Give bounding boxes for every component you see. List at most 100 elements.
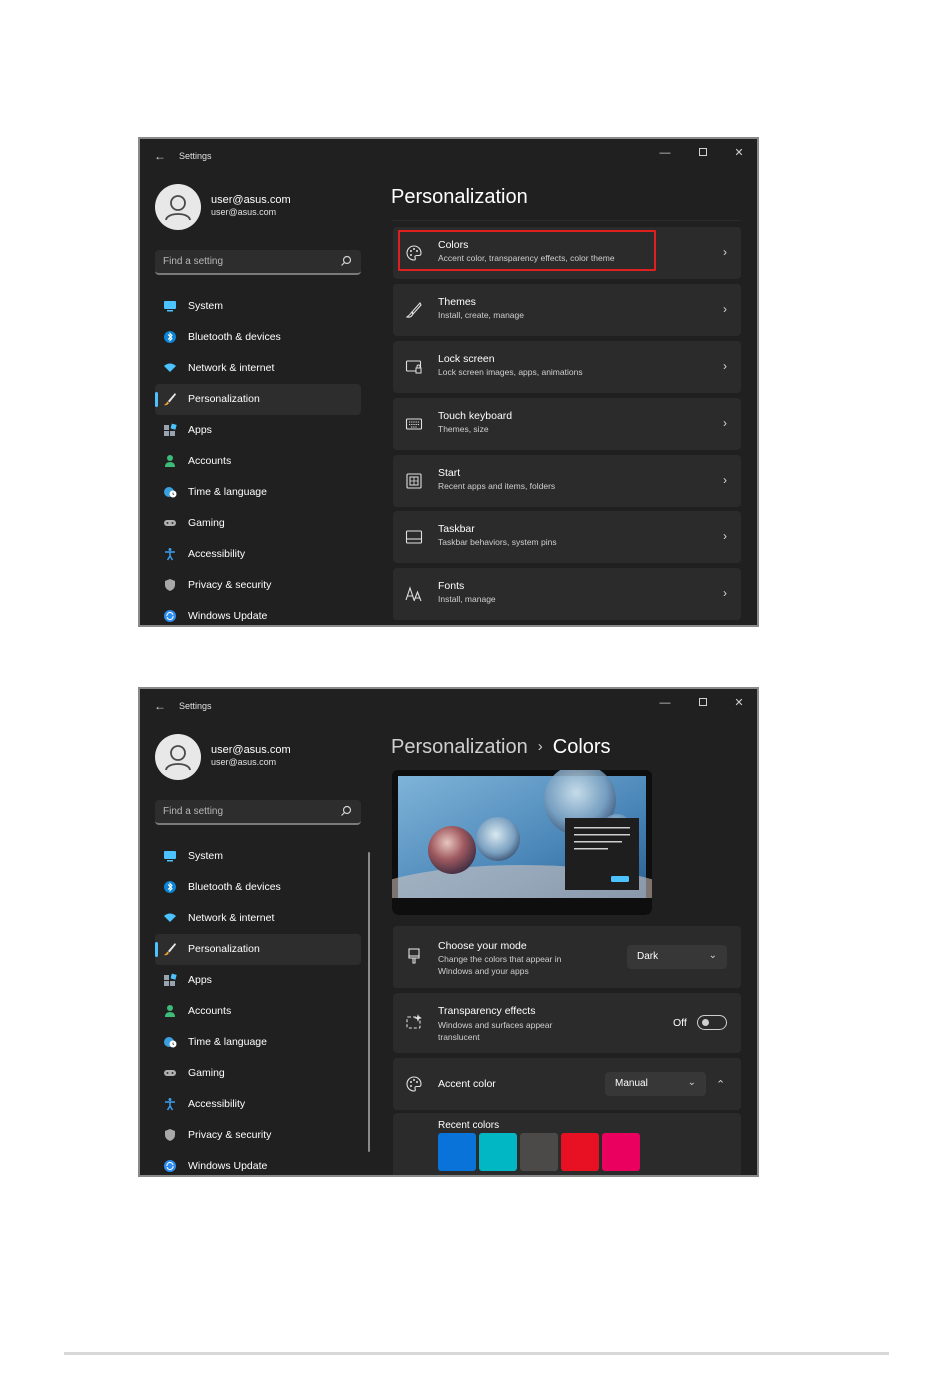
sidebar-item-label: Windows Update: [188, 610, 268, 622]
sidebar-item-apps[interactable]: Apps: [155, 415, 361, 446]
update-icon: [164, 610, 176, 622]
settings-card-start[interactable]: Start Recent apps and items, folders ›: [393, 455, 741, 507]
chevron-down-icon: ⌄: [687, 1077, 696, 1088]
setting-title: Transparency effects: [438, 1005, 536, 1017]
back-button[interactable]: ←: [153, 149, 167, 163]
sidebar-item-network[interactable]: Network & internet: [155, 353, 361, 384]
user-account[interactable]: user@asus.com user@asus.com: [155, 184, 365, 232]
settings-card-themes[interactable]: Themes Install, create, manage ›: [393, 284, 741, 336]
bluetooth-icon: [164, 331, 176, 343]
gamepad-icon: [164, 1070, 176, 1076]
chevron-right-icon: ›: [723, 529, 727, 543]
color-swatch[interactable]: [438, 1133, 476, 1171]
sidebar-item-system[interactable]: System: [155, 841, 361, 872]
sidebar-item-personalization[interactable]: Personalization: [155, 384, 361, 415]
color-swatch[interactable]: [520, 1133, 558, 1171]
sidebar-item-label: Network & internet: [188, 362, 275, 374]
sidebar-item-label: Accounts: [188, 455, 232, 467]
sidebar-item-label: Time & language: [188, 486, 267, 498]
sidebar-item-accounts[interactable]: Accounts: [155, 446, 361, 477]
card-subtitle: Install, create, manage: [438, 310, 524, 320]
search-placeholder: Find a setting: [163, 256, 224, 267]
setting-accent-color[interactable]: Accent color Manual ⌄ ⌃: [393, 1058, 741, 1110]
update-icon: [164, 1160, 176, 1172]
mode-dropdown[interactable]: Dark ⌄: [627, 945, 727, 969]
color-swatch[interactable]: [602, 1133, 640, 1171]
sidebar-item-apps[interactable]: Apps: [155, 965, 361, 996]
sidebar-item-label: Windows Update: [188, 1160, 268, 1172]
sidebar-item-label: Accessibility: [188, 548, 246, 560]
sidebar-item-accessibility[interactable]: Accessibility: [155, 539, 361, 570]
system-icon: [164, 851, 176, 862]
chevron-right-icon: ›: [723, 473, 727, 487]
accent-mode-dropdown[interactable]: Manual ⌄: [605, 1072, 706, 1096]
sidebar-item-label: Privacy & security: [188, 1129, 272, 1141]
setting-choose-mode: Choose your mode Change the colors that …: [393, 926, 741, 988]
sidebar-item-privacy[interactable]: Privacy & security: [155, 1120, 361, 1151]
chevron-up-icon[interactable]: ⌃: [716, 1078, 725, 1091]
user-account[interactable]: user@asus.com user@asus.com: [155, 734, 365, 782]
chevron-down-icon: ⌄: [708, 950, 717, 961]
transparency-toggle[interactable]: [697, 1015, 727, 1030]
sidebar-item-privacy[interactable]: Privacy & security: [155, 570, 361, 601]
sidebar-item-label: Bluetooth & devices: [188, 331, 281, 343]
settings-card-taskbar[interactable]: Taskbar Taskbar behaviors, system pins ›: [393, 511, 741, 563]
chevron-right-icon: ›: [723, 586, 727, 600]
sidebar-item-network[interactable]: Network & internet: [155, 903, 361, 934]
search-input[interactable]: Find a setting: [155, 800, 361, 825]
wifi-icon: [164, 913, 176, 922]
dropdown-value: Manual: [615, 1078, 648, 1089]
page-footer-rule: [64, 1352, 889, 1355]
settings-card-lock-screen[interactable]: Lock screen Lock screen images, apps, an…: [393, 341, 741, 393]
settings-card-fonts[interactable]: Fonts Install, manage ›: [393, 568, 741, 620]
maximize-button[interactable]: [691, 694, 715, 712]
sidebar-item-windows-update[interactable]: Windows Update: [155, 1151, 361, 1175]
close-button[interactable]: ✕: [727, 144, 751, 162]
search-icon: [341, 805, 352, 816]
settings-card-touch-keyboard[interactable]: Touch keyboard Themes, size ›: [393, 398, 741, 450]
highlight-box: [398, 230, 656, 271]
maximize-icon: [699, 148, 707, 156]
sidebar-item-label: Apps: [188, 974, 212, 986]
card-subtitle: Taskbar behaviors, system pins: [438, 537, 557, 547]
sidebar-item-label: Gaming: [188, 1067, 225, 1079]
close-button[interactable]: ✕: [727, 694, 751, 712]
sidebar-item-bluetooth[interactable]: Bluetooth & devices: [155, 872, 361, 903]
color-swatch[interactable]: [479, 1133, 517, 1171]
maximize-button[interactable]: [691, 144, 715, 162]
accessibility-icon: [165, 548, 175, 561]
breadcrumb-current: Colors: [552, 736, 611, 758]
settings-card-colors[interactable]: Colors Accent color, transparency effect…: [393, 227, 741, 279]
card-subtitle: Lock screen images, apps, animations: [438, 367, 583, 377]
sidebar-scrollbar[interactable]: [368, 852, 370, 1152]
breadcrumb-parent[interactable]: Personalization: [391, 736, 528, 758]
sidebar-item-gaming[interactable]: Gaming: [155, 1058, 361, 1089]
person-icon: [165, 455, 175, 467]
search-input[interactable]: Find a setting: [155, 250, 361, 275]
sidebar-item-time-language[interactable]: Time & language: [155, 477, 361, 508]
card-title: Fonts: [438, 580, 465, 592]
sidebar-item-label: Time & language: [188, 1036, 267, 1048]
sidebar-item-time-language[interactable]: Time & language: [155, 1027, 361, 1058]
sidebar-item-accounts[interactable]: Accounts: [155, 996, 361, 1027]
recent-colors-label: Recent colors: [438, 1120, 500, 1131]
minimize-button[interactable]: —: [653, 694, 677, 712]
sidebar-item-accessibility[interactable]: Accessibility: [155, 1089, 361, 1120]
sidebar-item-system[interactable]: System: [155, 291, 361, 322]
sidebar-item-windows-update[interactable]: Windows Update: [155, 601, 361, 625]
sidebar-item-label: System: [188, 850, 224, 862]
minimize-button[interactable]: —: [653, 144, 677, 162]
sidebar-item-bluetooth[interactable]: Bluetooth & devices: [155, 322, 361, 353]
color-swatch[interactable]: [561, 1133, 599, 1171]
card-title: Themes: [438, 296, 476, 308]
back-button[interactable]: ←: [153, 699, 167, 713]
apps-icon: [164, 423, 177, 436]
card-subtitle: Themes, size: [438, 424, 489, 434]
bluetooth-icon: [164, 881, 176, 893]
palette-icon: [406, 1076, 422, 1092]
sidebar-item-label: Personalization: [188, 943, 260, 955]
setting-subtitle: Windows and surfaces appear translucent: [438, 1020, 553, 1042]
sidebar-item-personalization[interactable]: Personalization: [155, 934, 361, 965]
sidebar-item-label: Accessibility: [188, 1098, 246, 1110]
sidebar-item-gaming[interactable]: Gaming: [155, 508, 361, 539]
